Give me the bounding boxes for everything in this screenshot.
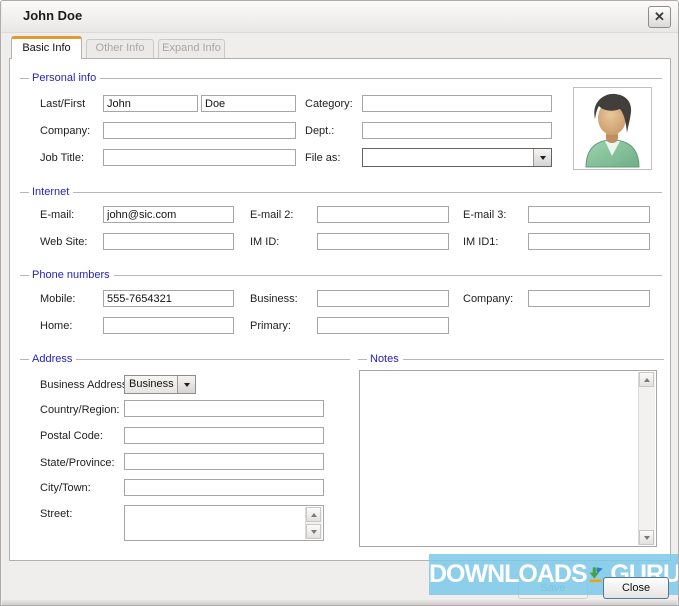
postal-code-label: Postal Code: — [40, 430, 103, 442]
section-title-notes: Notes — [358, 353, 664, 365]
file-as-label: File as: — [305, 152, 341, 164]
scroll-up-icon — [310, 510, 317, 517]
tab-other-info[interactable]: Other Info — [86, 39, 154, 59]
category-input[interactable] — [362, 95, 552, 112]
download-icon — [589, 567, 603, 583]
close-button[interactable]: Close — [603, 577, 669, 599]
contact-photo — [573, 87, 652, 170]
email-label: E-mail: — [40, 209, 75, 221]
company-phone-input[interactable] — [528, 290, 650, 307]
job-title-input[interactable] — [103, 149, 296, 166]
primary-phone-label: Primary: — [250, 320, 291, 332]
business-phone-label: Business: — [250, 293, 298, 305]
mobile-label: Mobile: — [40, 293, 76, 305]
state-province-label: State/Province: — [40, 457, 115, 469]
mobile-input[interactable] — [103, 290, 234, 307]
company-phone-label: Company: — [463, 293, 514, 305]
city-town-input[interactable] — [124, 479, 324, 496]
chevron-down-icon — [183, 383, 190, 390]
email3-input[interactable] — [528, 206, 650, 223]
section-title-internet: Internet — [20, 186, 662, 198]
address-type-select[interactable]: Business — [124, 375, 196, 394]
email2-input[interactable] — [317, 206, 449, 223]
job-title-label: Job Title: — [40, 152, 85, 164]
notes-scrollbar[interactable] — [638, 372, 655, 545]
email3-label: E-mail 3: — [463, 209, 507, 221]
tab-content-panel: Personal info Last/First Category: Compa… — [9, 58, 671, 561]
company-label: Company: — [40, 125, 91, 137]
country-input[interactable] — [124, 400, 324, 417]
category-label: Category: — [305, 98, 353, 110]
website-input[interactable] — [103, 233, 234, 250]
scroll-down-button[interactable] — [306, 524, 321, 539]
street-scrollbar[interactable] — [305, 507, 322, 539]
section-title-phone-numbers: Phone numbers — [20, 269, 662, 281]
last-name-input[interactable] — [103, 95, 198, 112]
address-type-dropdown-button[interactable] — [177, 376, 195, 393]
first-name-input[interactable] — [201, 95, 296, 112]
company-input[interactable] — [103, 122, 296, 139]
notes-textarea-box — [359, 370, 657, 547]
last-first-label: Last/First — [40, 98, 86, 110]
im-id-label: IM ID: — [250, 236, 280, 248]
primary-phone-input[interactable] — [317, 317, 449, 334]
scroll-down-button[interactable] — [639, 530, 654, 545]
scroll-down-icon — [643, 535, 650, 543]
section-title-address: Address — [20, 353, 350, 365]
address-type-value: Business — [125, 376, 177, 393]
window-bottom-edge — [2, 600, 677, 605]
home-phone-label: Home: — [40, 320, 73, 332]
tab-expand-info[interactable]: Expand Info — [158, 39, 225, 59]
scroll-up-button[interactable] — [639, 372, 654, 387]
im-id1-input[interactable] — [528, 233, 650, 250]
notes-textarea[interactable] — [360, 371, 638, 546]
close-icon: ✕ — [654, 9, 665, 24]
window-title: John Doe — [23, 8, 83, 23]
window-close-button[interactable]: ✕ — [648, 6, 671, 28]
street-textarea[interactable] — [125, 506, 305, 540]
titlebar: John Doe — [2, 1, 678, 33]
city-town-label: City/Town: — [40, 482, 91, 494]
file-as-dropdown-button[interactable] — [533, 149, 551, 166]
scroll-up-button[interactable] — [306, 507, 321, 522]
im-id1-label: IM ID1: — [463, 236, 499, 248]
scroll-down-icon — [310, 529, 317, 537]
country-label: Country/Region: — [40, 404, 120, 416]
address-type-label: Business Address — [40, 379, 128, 391]
street-label: Street: — [40, 508, 73, 520]
watermark-brand-left: DOWNLOADS — [429, 560, 588, 588]
home-phone-input[interactable] — [103, 317, 234, 334]
dept-input[interactable] — [362, 122, 552, 139]
section-title-personal-info: Personal info — [20, 72, 662, 84]
file-as-combobox[interactable] — [362, 148, 552, 167]
website-label: Web Site: — [40, 236, 88, 248]
im-id-input[interactable] — [317, 233, 449, 250]
dept-label: Dept.: — [305, 125, 335, 137]
street-textarea-box — [124, 505, 324, 541]
email2-label: E-mail 2: — [250, 209, 294, 221]
tab-basic-info[interactable]: Basic Info — [11, 36, 82, 59]
postal-code-input[interactable] — [124, 427, 324, 444]
state-province-input[interactable] — [124, 453, 324, 470]
person-icon — [585, 93, 640, 168]
file-as-value — [363, 149, 533, 166]
contact-dialog-window: John Doe ✕ Basic Info Other Info Expand … — [0, 0, 679, 606]
email-input[interactable] — [103, 206, 234, 223]
scroll-up-icon — [643, 375, 650, 382]
chevron-down-icon — [539, 156, 546, 163]
business-phone-input[interactable] — [317, 290, 449, 307]
